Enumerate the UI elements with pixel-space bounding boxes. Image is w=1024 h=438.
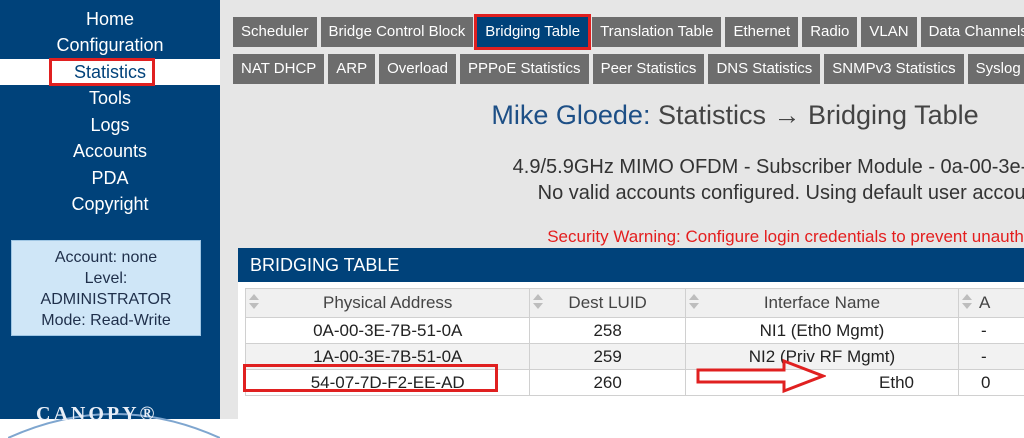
tab-nat-dhcp[interactable]: NAT DHCP — [233, 54, 324, 84]
arrow-right-icon — [696, 358, 826, 394]
col-physical-address[interactable]: Physical Address — [246, 289, 530, 318]
account-notice: No valid accounts configured. Using defa… — [230, 182, 1024, 205]
nav-configuration[interactable]: Configuration — [0, 32, 220, 58]
sidebar: Home Configuration Statistics Tools Logs… — [0, 0, 220, 419]
sort-icon[interactable] — [962, 294, 972, 310]
page-title-text: Statistics → Bridging Table — [658, 100, 979, 130]
tab-overload[interactable]: Overload — [379, 54, 456, 84]
tab-bridging-table[interactable]: Bridging Table — [477, 17, 588, 47]
account-info-box: Account: none Level: ADMINISTRATOR Mode:… — [11, 240, 201, 336]
sort-icon[interactable] — [689, 294, 699, 310]
sort-icon[interactable] — [249, 294, 259, 310]
nav-accounts[interactable]: Accounts — [0, 138, 220, 164]
tab-syslog-statistics[interactable]: Syslog S — [968, 54, 1024, 84]
cell-extra: 0 — [959, 370, 1024, 396]
tab-dns-statistics[interactable]: DNS Statistics — [708, 54, 820, 84]
bridging-table-panel: BRIDGING TABLE Physical Address Dest LUI… — [238, 248, 1024, 419]
cell-luid: 260 — [530, 370, 685, 396]
tab-scheduler[interactable]: Scheduler — [233, 17, 317, 47]
mac-highlight-box — [243, 364, 498, 392]
nav-logs[interactable]: Logs — [0, 112, 220, 138]
security-warning[interactable]: Security Warning: Configure login creden… — [230, 227, 1024, 247]
tab-translation-table[interactable]: Translation Table — [592, 17, 721, 47]
tab-radio[interactable]: Radio — [802, 17, 857, 47]
cell-extra: - — [959, 318, 1024, 344]
col-interface-name[interactable]: Interface Name — [685, 289, 958, 318]
table-row: 0A-00-3E-7B-51-0A 258 NI1 (Eth0 Mgmt) - — [246, 318, 1024, 344]
tab-row-2: NAT DHCPARPOverloadPPPoE StatisticsPeer … — [233, 54, 1024, 84]
statistics-highlight-box — [49, 58, 155, 86]
tab-bridge-control-block[interactable]: Bridge Control Block — [321, 17, 474, 47]
col-label: Physical Address — [323, 293, 452, 312]
account-line: Account: none — [12, 247, 200, 268]
page-owner: Mike Gloede: — [491, 100, 650, 130]
tab-row-1: SchedulerBridge Control BlockBridging Ta… — [233, 17, 1024, 47]
page-title: Mike Gloede: Statistics → Bridging Table — [230, 100, 1024, 131]
cell-mac: 0A-00-3E-7B-51-0A — [246, 318, 530, 344]
col-label: Interface Name — [764, 293, 880, 312]
device-description: 4.9/5.9GHz MIMO OFDM - Subscriber Module… — [230, 156, 1024, 179]
level-value: ADMINISTRATOR — [12, 289, 200, 310]
sort-icon[interactable] — [533, 294, 543, 310]
col-dest-luid[interactable]: Dest LUID — [530, 289, 685, 318]
cell-luid: 258 — [530, 318, 685, 344]
cell-extra: - — [959, 344, 1024, 370]
tab-snmpv3-statistics[interactable]: SNMPv3 Statistics — [824, 54, 963, 84]
nav-home[interactable]: Home — [0, 6, 220, 32]
cell-interface: NI1 (Eth0 Mgmt) — [685, 318, 958, 344]
tab-peer-statistics[interactable]: Peer Statistics — [593, 54, 705, 84]
tab-pppoe-statistics[interactable]: PPPoE Statistics — [460, 54, 589, 84]
panel-header: BRIDGING TABLE — [238, 248, 1024, 282]
tab-ethernet[interactable]: Ethernet — [725, 17, 798, 47]
tab-data-channels[interactable]: Data Channels — [921, 17, 1024, 47]
col-label: A — [979, 293, 990, 312]
level-label: Level: — [12, 268, 200, 289]
main-content: SchedulerBridge Control BlockBridging Ta… — [230, 0, 1024, 419]
cell-luid: 259 — [530, 344, 685, 370]
nav-pda[interactable]: PDA — [0, 165, 220, 191]
col-label: Dest LUID — [568, 293, 646, 312]
table-header-row: Physical Address Dest LUID Interface Nam… — [246, 289, 1024, 318]
nav-tools[interactable]: Tools — [0, 85, 220, 111]
nav-copyright[interactable]: Copyright — [0, 191, 220, 217]
col-extra[interactable]: A — [959, 289, 1024, 318]
tab-vlan[interactable]: VLAN — [861, 17, 916, 47]
sidebar-gutter — [220, 0, 230, 419]
canopy-logo-text: CANOPY® — [36, 403, 158, 426]
tab-arp[interactable]: ARP — [328, 54, 375, 84]
mode-line: Mode: Read-Write — [12, 310, 200, 331]
